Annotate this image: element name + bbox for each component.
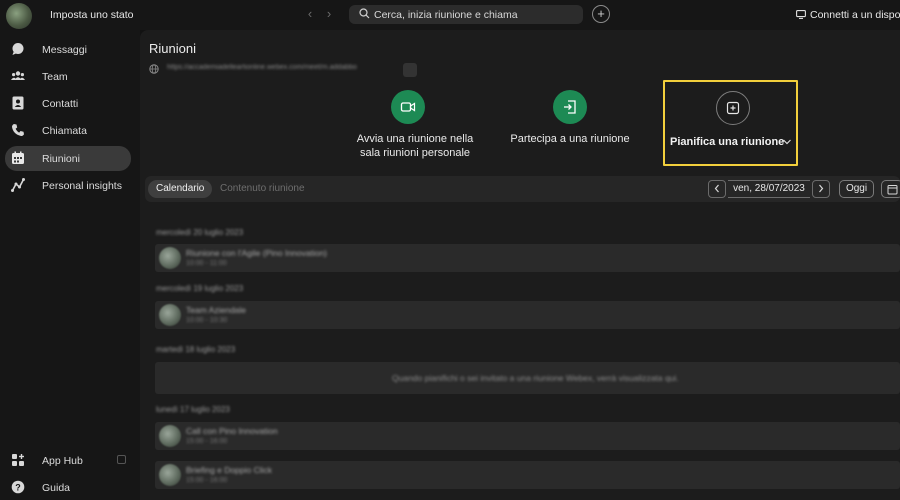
- phone-icon: [11, 123, 25, 137]
- sidebar-item-app-hub[interactable]: App Hub: [5, 448, 131, 473]
- sidebar-item-label: Riunioni: [42, 153, 80, 165]
- join-meeting-label: Partecipa a una riunione: [510, 133, 630, 145]
- next-day-button[interactable]: [812, 180, 830, 198]
- tab-contenuto-riunione[interactable]: Contenuto riunione: [212, 180, 313, 198]
- team-icon: [11, 69, 25, 83]
- connect-device-label: Connetti a un disposi: [810, 9, 900, 21]
- today-button[interactable]: Oggi: [839, 180, 874, 198]
- tab-calendario[interactable]: Calendario: [148, 180, 213, 198]
- start-meeting-action[interactable]: Avvia una riunione nella sala riunioni p…: [340, 88, 490, 168]
- copy-link-icon[interactable]: [403, 63, 417, 77]
- sidebar-item-guida[interactable]: ? Guida: [5, 475, 131, 500]
- sidebar-item-chiamata[interactable]: Chiamata: [5, 118, 131, 143]
- sidebar-item-label: App Hub: [42, 455, 83, 467]
- sidebar-item-label: Messaggi: [42, 44, 87, 56]
- start-meeting-label-line1: Avvia una riunione nella: [356, 133, 474, 145]
- svg-text:?: ?: [15, 482, 21, 492]
- sidebar-item-label: Guida: [42, 482, 71, 494]
- new-action-button[interactable]: +: [592, 5, 610, 23]
- sidebar-item-label: Personal insights: [42, 180, 122, 192]
- previous-day-button[interactable]: [708, 180, 726, 198]
- back-arrow-icon[interactable]: ‹: [303, 7, 317, 21]
- calendar-icon: [887, 184, 898, 198]
- schedule-meeting-button[interactable]: [716, 91, 750, 125]
- sidebar-item-messaggi[interactable]: Messaggi: [5, 37, 131, 62]
- forward-arrow-icon[interactable]: ›: [322, 7, 336, 21]
- search-box[interactable]: [349, 5, 583, 24]
- insights-icon: [11, 178, 25, 192]
- device-icon: [796, 10, 806, 22]
- sidebar-item-riunioni[interactable]: Riunioni: [5, 146, 131, 171]
- set-status-link[interactable]: Imposta uno stato: [50, 9, 133, 21]
- avatar[interactable]: [6, 3, 32, 29]
- sidebar-item-contatti[interactable]: Contatti: [5, 91, 131, 116]
- chevron-down-icon[interactable]: [782, 137, 792, 149]
- sidebar-item-label: Team: [42, 71, 68, 83]
- sidebar-item-personal-insights[interactable]: Personal insights: [5, 173, 131, 198]
- page-title: Riunioni: [149, 41, 196, 56]
- sidebar-item-label: Chiamata: [42, 125, 87, 137]
- schedule-meeting-label: Pianifica una riunione: [670, 136, 785, 148]
- video-camera-icon: [400, 99, 416, 118]
- join-meeting-action[interactable]: Partecipa a una riunione: [505, 88, 635, 158]
- open-external-icon: [117, 455, 126, 464]
- app-hub-icon: [11, 453, 25, 467]
- search-icon: [359, 8, 370, 22]
- calendar-icon: [11, 151, 25, 165]
- search-input[interactable]: [374, 5, 574, 24]
- contacts-icon: [11, 96, 25, 110]
- chat-bubble-icon: [11, 42, 25, 56]
- start-meeting-label: Avvia una riunione nella sala riunioni p…: [340, 132, 490, 160]
- current-date[interactable]: ven, 28/07/2023: [728, 180, 810, 198]
- connect-device-button[interactable]: Connetti a un disposi: [796, 9, 900, 22]
- calendar-toolbar: Calendario Contenuto riunione ven, 28/07…: [145, 176, 900, 202]
- personal-room-url[interactable]: https://accademiadelleartionline.webex.c…: [167, 64, 357, 71]
- sidebar-item-label: Contatti: [42, 98, 79, 110]
- join-meeting-button[interactable]: [553, 90, 587, 124]
- join-door-icon: [562, 99, 578, 118]
- calendar-add-icon: [725, 100, 741, 119]
- sidebar: Messaggi Team Contatti Chiamata Riunioni…: [0, 30, 140, 500]
- date-picker-button[interactable]: [881, 180, 900, 198]
- globe-icon: [149, 64, 159, 77]
- help-icon: ?: [11, 480, 25, 494]
- top-bar: Imposta uno stato ‹ › + Connetti a un di…: [0, 0, 900, 30]
- schedule-meeting-action[interactable]: Pianifica una riunione: [663, 80, 798, 166]
- sidebar-item-team[interactable]: Team: [5, 64, 131, 89]
- start-meeting-button[interactable]: [391, 90, 425, 124]
- start-meeting-label-line2: sala riunioni personale: [359, 147, 471, 159]
